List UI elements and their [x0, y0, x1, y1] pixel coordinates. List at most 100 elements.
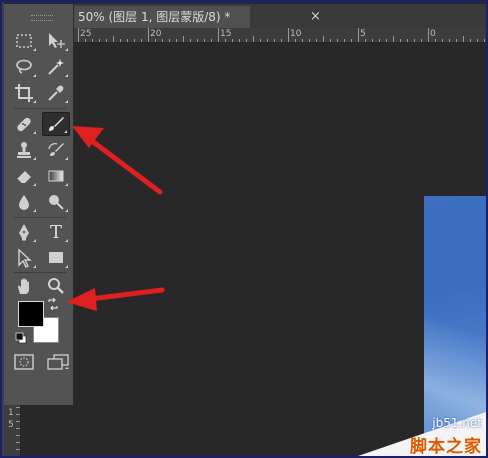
- ruler-tick: [183, 36, 184, 42]
- vertical-ruler[interactable]: 15: [4, 405, 21, 457]
- history-brush-icon: [48, 143, 64, 156]
- ruler-tick: [99, 39, 100, 42]
- ruler-tick: [16, 449, 20, 450]
- ruler-tick: [85, 39, 86, 42]
- pen-icon: [19, 224, 29, 241]
- ruler-tick: [155, 39, 156, 42]
- ruler-tick: [295, 39, 296, 42]
- move-icon: [49, 33, 65, 48]
- eraser-icon: [16, 171, 31, 184]
- ruler-tick: [358, 28, 359, 42]
- lasso-tool[interactable]: [10, 55, 38, 79]
- zoom-icon: [48, 278, 64, 294]
- ruler-tick: [134, 39, 135, 42]
- blur-tool[interactable]: [10, 190, 38, 214]
- watermark: jb51.net 脚本之家: [358, 412, 486, 456]
- eraser-tool[interactable]: [10, 164, 38, 188]
- spot-healing-brush-tool[interactable]: [10, 112, 38, 136]
- drop-icon: [19, 195, 29, 210]
- ruler-tick: [218, 28, 219, 42]
- foreground-color-swatch[interactable]: [18, 301, 44, 327]
- ruler-tick: [435, 39, 436, 42]
- rectangle-tool[interactable]: [42, 246, 70, 270]
- hand-icon: [18, 278, 29, 294]
- magic-wand-tool[interactable]: [42, 55, 70, 79]
- panel-grip[interactable]: [31, 15, 53, 21]
- ruler-tick: [16, 407, 20, 408]
- bandage-icon: [17, 117, 31, 132]
- dodge-tool[interactable]: [42, 190, 70, 214]
- toolbar-divider: [14, 272, 66, 273]
- ruler-tick: [253, 36, 254, 42]
- ruler-tick: [302, 39, 303, 42]
- ruler-tick: [344, 39, 345, 42]
- hand-tool[interactable]: [10, 274, 38, 298]
- ruler-tick: [78, 28, 79, 42]
- ruler-label: 5: [360, 29, 366, 39]
- ruler-tick: [16, 435, 20, 436]
- ruler-tick: [309, 39, 310, 42]
- eyedropper-icon: [48, 85, 64, 101]
- ruler-tick: [260, 39, 261, 42]
- type-tool[interactable]: T: [42, 220, 70, 244]
- default-colors-icon[interactable]: [15, 332, 27, 344]
- ruler-tick: [400, 39, 401, 42]
- ruler-label: 15: [220, 29, 232, 39]
- tools-panel: T: [4, 4, 74, 405]
- ruler-tick: [337, 39, 338, 42]
- ruler-tick: [141, 39, 142, 42]
- ruler-tick: [442, 39, 443, 42]
- ruler-tick: [330, 39, 331, 42]
- screen-mode-icon[interactable]: [46, 354, 70, 370]
- gradient-tool[interactable]: [42, 164, 70, 188]
- magic-wand-icon: [48, 59, 64, 75]
- clone-stamp-tool[interactable]: [10, 138, 38, 162]
- rect-marquee-icon: [16, 34, 32, 48]
- ruler-tick: [176, 39, 177, 42]
- swap-colors-icon[interactable]: [47, 298, 59, 310]
- ruler-tick: [211, 39, 212, 42]
- dodge-icon: [49, 195, 64, 210]
- ruler-label: 20: [150, 29, 162, 39]
- brush-tool[interactable]: [42, 112, 70, 136]
- document-tab-bar: 50% (图层 1, 图层蒙版/8) * ×: [74, 4, 486, 29]
- ruler-tick: [449, 39, 450, 42]
- ruler-tick: [197, 39, 198, 42]
- ruler-tick: [484, 39, 485, 42]
- ruler-tick: [113, 36, 114, 42]
- ruler-label: 1: [8, 408, 14, 418]
- ruler-tick: [239, 39, 240, 42]
- quick-mask-icon[interactable]: [13, 354, 35, 370]
- ruler-label: 10: [290, 29, 302, 39]
- path-selection-tool[interactable]: [10, 246, 38, 270]
- ruler-tick: [407, 39, 408, 42]
- ruler-tick: [120, 39, 121, 42]
- history-brush-tool[interactable]: [42, 138, 70, 162]
- ruler-tick: [127, 39, 128, 42]
- ruler-tick: [414, 39, 415, 42]
- document-tab[interactable]: 50% (图层 1, 图层蒙版/8) *: [74, 6, 250, 28]
- type-icon: T: [49, 221, 62, 243]
- ruler-tick: [365, 39, 366, 42]
- horizontal-ruler[interactable]: 25 20 15 10 5 0: [74, 28, 486, 43]
- ruler-tick: [421, 39, 422, 42]
- rectangular-marquee-tool[interactable]: [10, 29, 38, 53]
- ruler-tick: [323, 36, 324, 42]
- crop-tool[interactable]: [10, 81, 38, 105]
- ruler-tick: [16, 442, 20, 443]
- brush-icon: [49, 117, 64, 131]
- ruler-tick: [246, 39, 247, 42]
- ruler-tick: [190, 39, 191, 42]
- close-tab-icon[interactable]: ×: [310, 8, 321, 26]
- ruler-tick: [162, 39, 163, 42]
- ruler-tick: [16, 421, 20, 422]
- eyedropper-tool[interactable]: [42, 81, 70, 105]
- ruler-tick: [477, 39, 478, 42]
- pen-tool[interactable]: [10, 220, 38, 244]
- move-tool[interactable]: [42, 29, 70, 53]
- ruler-tick: [386, 39, 387, 42]
- path-select-icon: [18, 248, 32, 268]
- zoom-tool[interactable]: [42, 274, 70, 298]
- ruler-tick: [92, 39, 93, 42]
- ruler-tick: [148, 28, 149, 42]
